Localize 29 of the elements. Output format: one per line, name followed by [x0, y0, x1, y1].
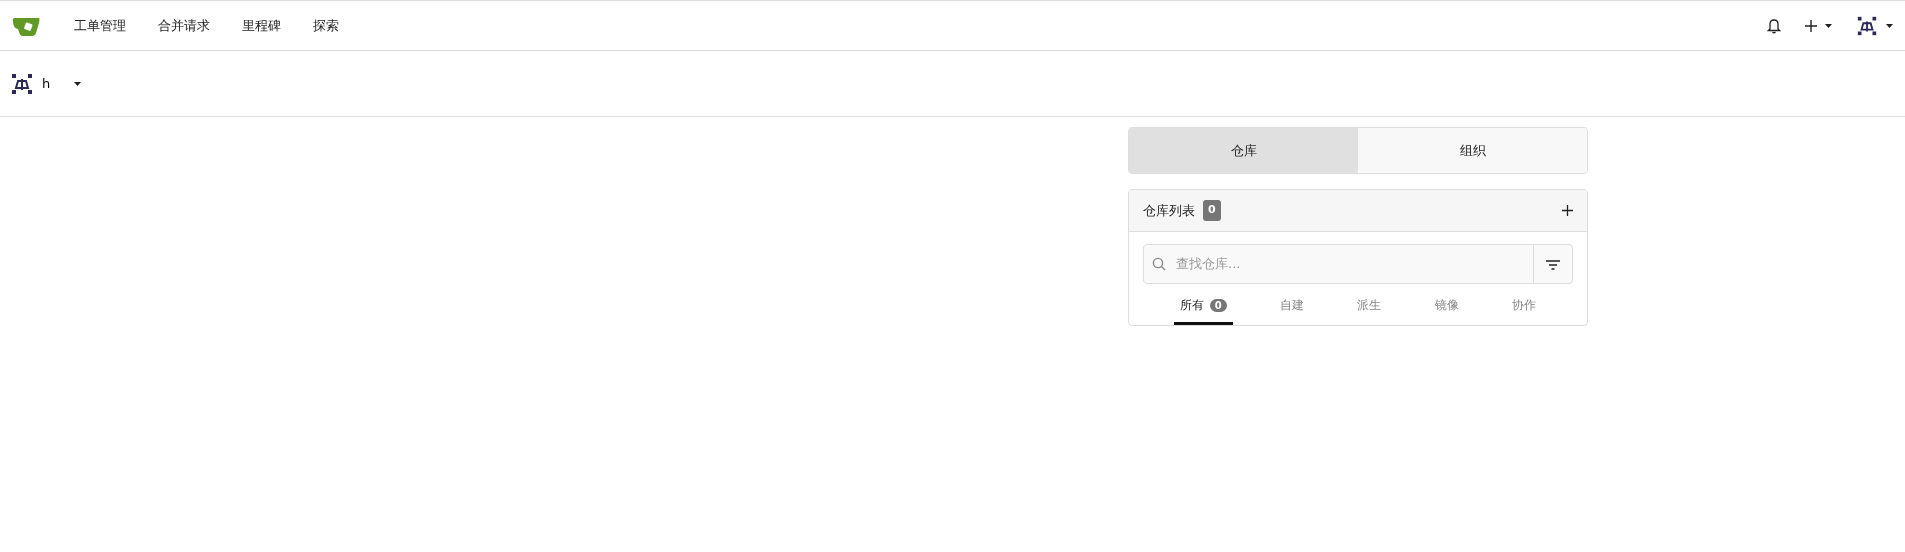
user-menu-button[interactable]: [1856, 14, 1893, 37]
caret-icon: [74, 81, 81, 86]
avatar-icon: [10, 71, 34, 96]
nav-link[interactable]: 里程碑: [226, 15, 297, 36]
create-menu-button[interactable]: [1805, 19, 1832, 32]
filter-icon: [1546, 259, 1560, 270]
nav-link[interactable]: 工单管理: [58, 15, 142, 36]
filter-tab[interactable]: 镜像: [1428, 288, 1465, 325]
switch-tab[interactable]: 组织: [1358, 128, 1587, 173]
search-box[interactable]: 查找仓库...: [1143, 244, 1573, 284]
caret-icon: [1886, 23, 1893, 28]
switch-tab[interactable]: 仓库: [1129, 128, 1358, 173]
panel-title: 仓库列表: [1143, 201, 1195, 220]
notification-bell-icon[interactable]: [1767, 17, 1781, 34]
search-icon: [1152, 257, 1166, 271]
count-badge: 0: [1209, 299, 1227, 312]
filter-tab[interactable]: 协作: [1506, 288, 1543, 325]
add-icon[interactable]: [1562, 205, 1573, 216]
count-badge: 0: [1203, 200, 1221, 221]
filter-tab[interactable]: 派生: [1351, 288, 1388, 325]
context-user-switcher[interactable]: h: [10, 71, 81, 96]
nav-link[interactable]: 探索: [297, 15, 355, 36]
caret-icon: [1825, 23, 1832, 28]
plus-icon: [1805, 19, 1817, 32]
nav-link[interactable]: 合并请求: [142, 15, 226, 36]
filter-tab[interactable]: 自建: [1274, 288, 1311, 325]
filter-tab[interactable]: 所有 0: [1173, 288, 1233, 325]
search-field[interactable]: 查找仓库...: [1174, 253, 1533, 275]
avatar-icon: [1856, 14, 1878, 37]
